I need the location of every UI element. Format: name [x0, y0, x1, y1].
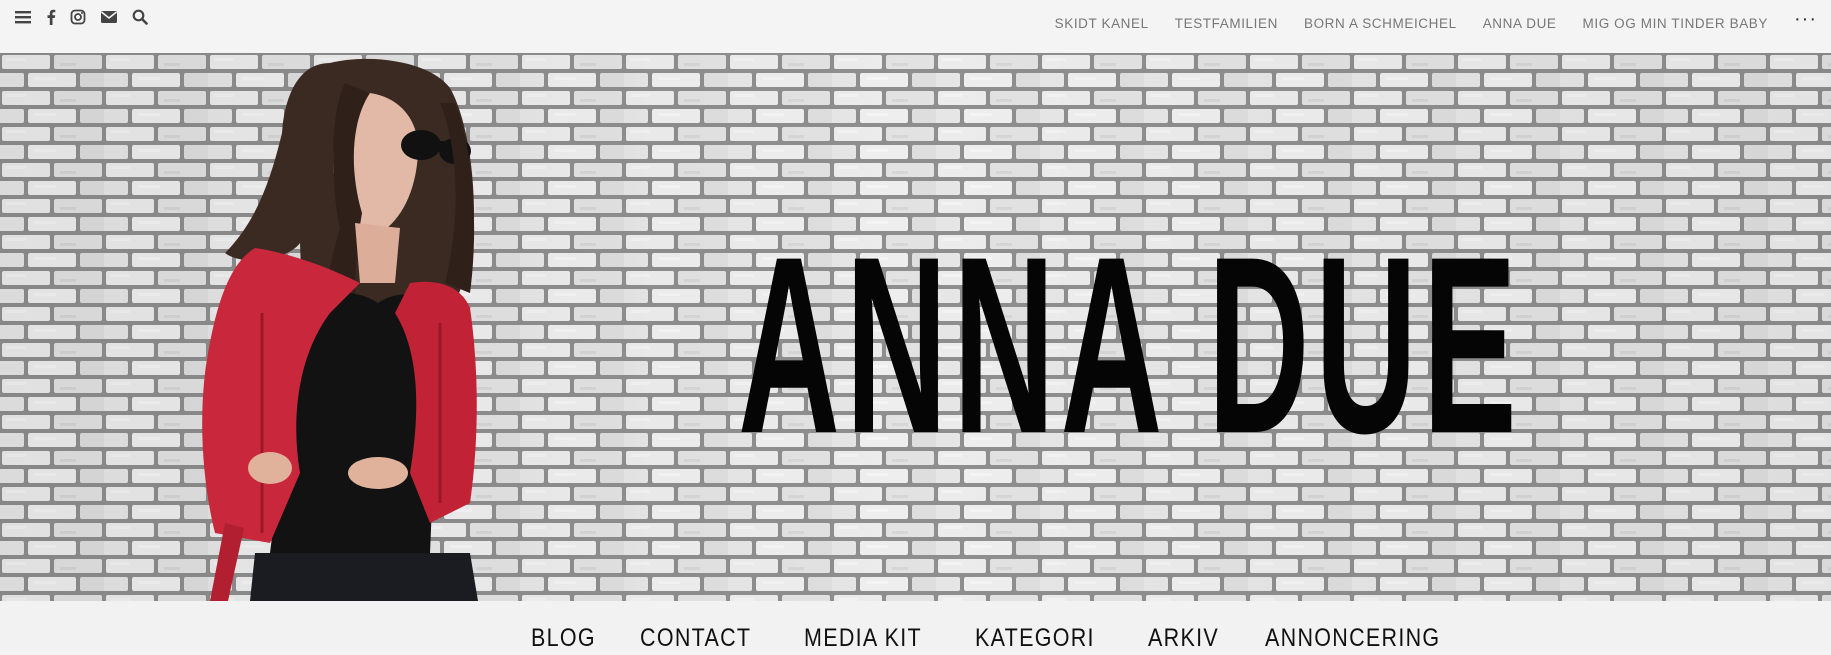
instagram-icon[interactable] [70, 7, 86, 27]
top-nav-link-testfamilien[interactable]: TESTFAMILIEN [1175, 16, 1278, 31]
menu-icon[interactable] [14, 7, 32, 27]
facebook-icon[interactable] [46, 7, 56, 27]
social-icons [14, 7, 162, 27]
top-nav-link-skidt-kanel[interactable]: SKIDT KANEL [1055, 16, 1149, 31]
top-nav: SKIDT KANEL TESTFAMILIEN BORN A SCHMEICH… [1055, 0, 1831, 46]
top-nav-link-anna-due[interactable]: ANNA DUE [1483, 16, 1557, 31]
main-nav: BLOG CONTACT MEDIA KIT KATEGORI ARKIV AN… [0, 601, 1831, 652]
top-nav-link-born-a-schmeichel[interactable]: BORN A SCHMEICHEL [1304, 16, 1457, 31]
header-banner[interactable]: ANNA DUE [0, 53, 1831, 601]
top-bar: SKIDT KANEL TESTFAMILIEN BORN A SCHMEICH… [0, 0, 1831, 53]
search-icon[interactable] [132, 7, 148, 27]
envelope-icon[interactable] [100, 7, 118, 27]
top-nav-link-mig-og-min-tinder-baby[interactable]: MIG OG MIN TINDER BABY [1583, 16, 1768, 31]
more-menu-button[interactable]: ··· [1794, 9, 1817, 32]
blogger-photo [202, 58, 478, 601]
site-logo-title: ANNA DUE [738, 205, 1523, 486]
